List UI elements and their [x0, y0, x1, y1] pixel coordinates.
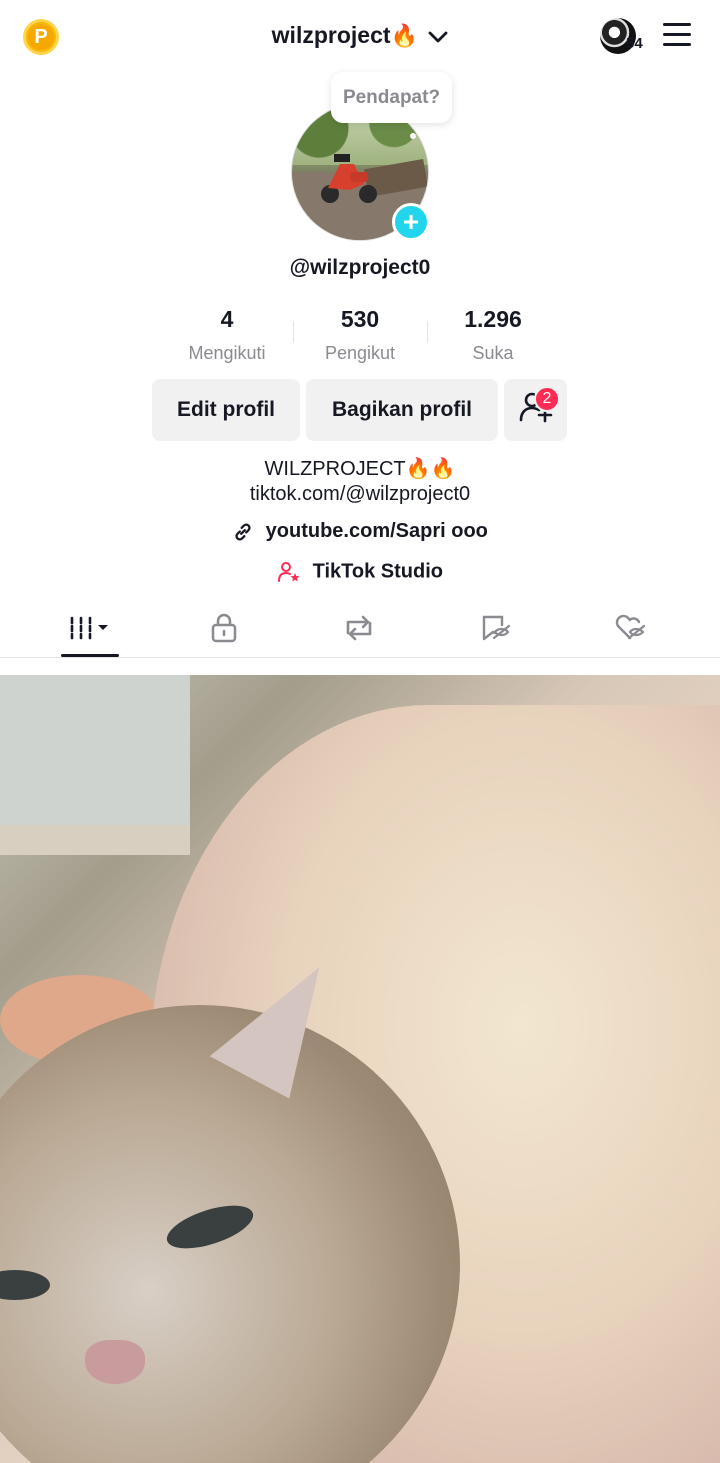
chevron-down-icon [428, 23, 448, 50]
heart-hidden-icon [613, 613, 647, 648]
repost-icon [342, 613, 376, 648]
share-profile-button[interactable]: Bagikan profil [306, 379, 498, 441]
stat-likes[interactable]: 1.296 Suka [423, 306, 563, 364]
tab-reposts[interactable] [329, 610, 389, 650]
stat-following-value: 4 [220, 306, 234, 332]
stat-followers-value: 530 [340, 306, 380, 332]
lock-icon [210, 613, 238, 648]
tooltip-pointer [410, 133, 416, 139]
stat-followers-label: Pengikut [324, 343, 396, 363]
fire-emoji: 🔥 [390, 23, 418, 48]
account-username: wilzproject [271, 22, 391, 48]
add-avatar-button[interactable]: + [392, 203, 430, 241]
story-count: 54 [626, 35, 643, 52]
profile-link-text: youtube.com/Sapri ooo [265, 520, 488, 542]
tab-private[interactable] [194, 610, 254, 650]
bio-line-1: WILZPROJECT🔥🔥 [264, 458, 456, 480]
profile-tabs [0, 600, 720, 658]
top-bar: P wilzproject🔥 54 [0, 0, 720, 72]
video-thumbnail[interactable] [0, 675, 720, 1463]
stat-likes-label: Suka [472, 343, 514, 363]
stat-following[interactable]: 4 Mengikuti [157, 306, 297, 364]
edit-profile-button[interactable]: Edit profil [152, 379, 300, 441]
tab-liked[interactable] [600, 610, 660, 650]
bookmark-hidden-icon [480, 613, 512, 648]
notification-badge: 2 [534, 386, 560, 412]
grid-icon [67, 613, 113, 648]
tiktok-studio-link[interactable]: TikTok Studio [0, 560, 720, 584]
add-friends-button[interactable] [504, 379, 567, 441]
stat-followers[interactable]: 530 Pengikut [290, 306, 430, 364]
menu-icon[interactable] [663, 23, 691, 47]
profile-handle: @wilzproject0 [289, 256, 431, 279]
feedback-tooltip[interactable]: Pendapat? [331, 72, 452, 123]
tab-favorites[interactable] [466, 610, 526, 650]
active-tab-indicator [61, 654, 119, 657]
studio-icon [277, 560, 313, 582]
link-icon [232, 520, 266, 542]
profile-avatar[interactable]: + [291, 103, 430, 241]
bio-line-2: tiktok.com/@wilzproject0 [249, 483, 471, 505]
stat-following-label: Mengikuti [188, 343, 266, 363]
tiktok-studio-text: TikTok Studio [312, 560, 443, 583]
tab-videos[interactable] [60, 610, 120, 650]
profile-link[interactable]: youtube.com/Sapri ooo [0, 520, 720, 543]
stat-likes-value: 1.296 [464, 306, 522, 332]
